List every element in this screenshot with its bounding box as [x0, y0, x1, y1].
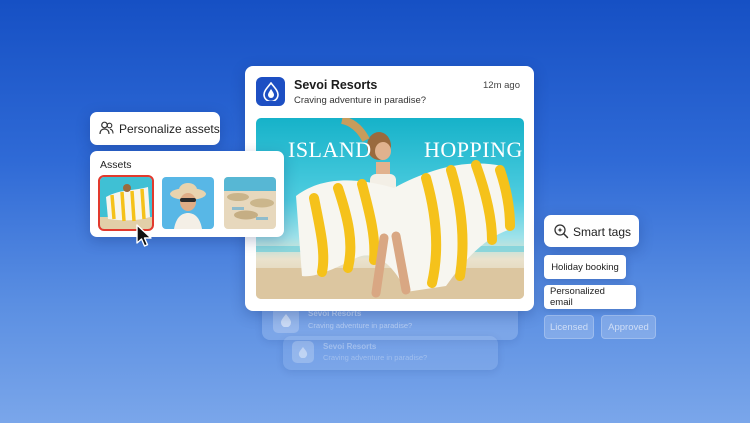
smart-tag-icon [553, 223, 569, 244]
hero-word-left: ISLAND [288, 137, 372, 162]
ghost-title: Sevoi Resorts [323, 342, 377, 351]
ghost-brand-icon [292, 341, 314, 363]
asset-thumbnail-towel[interactable] [98, 175, 154, 231]
notification-timestamp: 12m ago [483, 80, 520, 91]
tag-holiday-booking[interactable]: Holiday booking [544, 255, 626, 279]
mouse-pointer-icon [135, 224, 155, 253]
personalize-assets-label: Personalize assets [119, 122, 220, 136]
asset-thumbnail-umbrellas[interactable] [224, 177, 276, 229]
assets-header: Assets [100, 159, 132, 171]
personalize-assets-button[interactable]: Personalize assets [90, 112, 220, 145]
people-icon [99, 121, 114, 140]
ghost-subtitle: Craving adventure in paradise? [308, 321, 413, 330]
smart-tags-button[interactable]: Smart tags [544, 215, 639, 247]
notification-title: Sevoi Resorts [294, 78, 378, 92]
asset-thumbnail-sunhat[interactable] [162, 177, 214, 229]
hero-word-right: HOPPING [424, 137, 523, 162]
flame-drop-icon [256, 77, 285, 106]
tag-personalized-email[interactable]: Personalized email [544, 285, 636, 309]
notification-subtitle: Craving adventure in paradise? [294, 95, 427, 106]
push-notification-card[interactable]: Sevoi Resorts Craving adventure in parad… [245, 66, 534, 311]
tag-licensed[interactable]: Licensed [544, 315, 594, 339]
hero-image[interactable]: ISLAND HOPPING [256, 118, 524, 299]
ghost-subtitle: Craving adventure in paradise? [323, 353, 428, 362]
tag-approved[interactable]: Approved [601, 315, 656, 339]
ghost-notification-2: Sevoi Resorts Craving adventure in parad… [283, 336, 498, 370]
assets-panel: Assets [90, 151, 284, 237]
smart-tags-label: Smart tags [573, 225, 632, 239]
